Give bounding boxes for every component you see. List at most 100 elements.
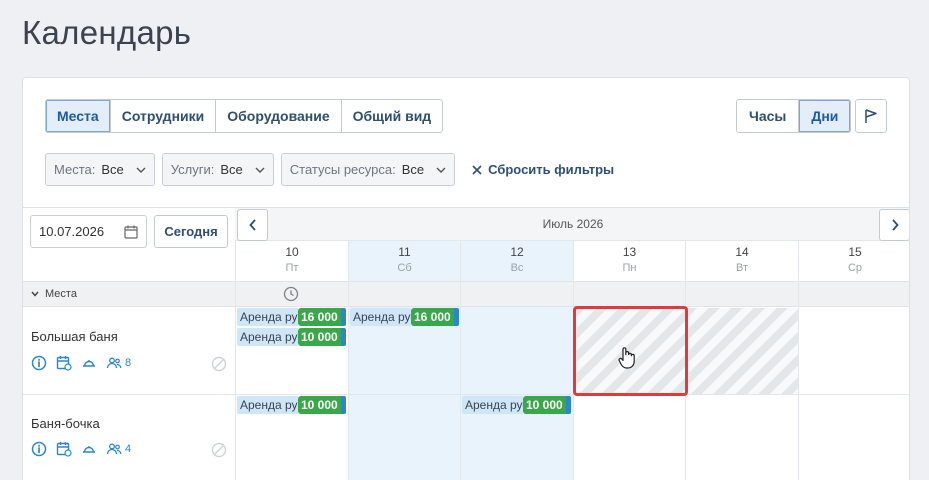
event-title: Аренда русской: [462, 396, 523, 414]
info-icon[interactable]: [31, 441, 47, 457]
event-status-marker: [453, 308, 459, 326]
group-label-text: Места: [45, 288, 77, 300]
tab-equipment[interactable]: Оборудование: [216, 100, 342, 132]
capacity-count: 8: [125, 357, 132, 369]
grid-line: [348, 241, 349, 480]
today-button[interactable]: Сегодня: [154, 215, 228, 248]
capacity-count: 4: [125, 443, 132, 455]
day-of-week: Пт: [285, 262, 299, 274]
flag-button[interactable]: [855, 99, 887, 133]
event-status-marker: [340, 308, 346, 326]
tab-places[interactable]: Места: [46, 100, 111, 132]
chevron-down-icon: [31, 291, 39, 297]
chevron-down-icon: [136, 167, 146, 173]
event-title: Аренда русской: [237, 328, 298, 346]
event-price: 10 000: [298, 328, 341, 346]
booking-event[interactable]: Аренда русской 16 000: [350, 308, 459, 326]
event-price: 16 000: [411, 308, 454, 326]
mode-switch: Часы Дни: [736, 99, 852, 133]
hours-button[interactable]: Часы: [737, 100, 798, 132]
resource-icons: 4: [31, 441, 131, 457]
chevron-down-icon: [436, 167, 446, 173]
flag-icon: [865, 109, 877, 123]
booking-event[interactable]: Аренда русской 10 000: [237, 328, 346, 346]
next-period-button[interactable]: [879, 209, 909, 241]
day-number: 14: [735, 245, 749, 259]
day-number: 11: [398, 245, 411, 259]
day-of-week: Пн: [622, 262, 637, 274]
grid-line: [798, 241, 799, 480]
day-number: 15: [848, 245, 862, 259]
reset-filters-button[interactable]: Сбросить фильтры: [472, 162, 614, 177]
block-icon[interactable]: [211, 442, 227, 458]
days-button[interactable]: Дни: [798, 100, 851, 132]
tab-overview[interactable]: Общий вид: [342, 100, 443, 132]
month-label: Июль 2026: [542, 217, 604, 231]
month-navigation: Июль 2026: [235, 207, 909, 241]
places-filter-label: Места:: [54, 162, 96, 177]
event-title: Аренда русской: [237, 396, 298, 414]
services-filter[interactable]: Услуги: Все: [161, 153, 274, 186]
schedule-icon[interactable]: [56, 441, 72, 457]
reset-filters-label: Сбросить фильтры: [488, 162, 615, 177]
info-icon[interactable]: [31, 355, 47, 371]
day-header-12: 12 Вс: [460, 241, 573, 281]
day-of-week: Вс: [510, 262, 524, 274]
date-controls: 10.07.2026 Сегодня: [23, 207, 235, 281]
event-price: 10 000: [523, 396, 566, 414]
page-title: Календарь: [22, 14, 192, 51]
event-title: Аренда русской: [350, 308, 411, 326]
day-number: 13: [622, 245, 637, 259]
date-input[interactable]: 10.07.2026: [30, 215, 147, 248]
services-filter-label: Услуги:: [170, 162, 215, 177]
calendar-grid: 10.07.2026 Сегодня Июль 2026 10 Пт 11 Сб…: [23, 207, 909, 480]
day-number: 10: [285, 245, 299, 259]
resource-name: Большая баня: [31, 329, 118, 344]
event-price: 16 000: [298, 308, 341, 326]
booking-event[interactable]: Аренда русской 10 000: [237, 396, 346, 414]
statuses-filter-label: Статусы ресурса:: [289, 162, 396, 177]
event-status-marker: [340, 328, 346, 346]
statuses-filter-value: Все: [401, 162, 425, 177]
calendar-card: Места Сотрудники Оборудование Общий вид …: [22, 77, 910, 480]
clock-icon: [283, 286, 299, 302]
places-filter-value: Все: [101, 162, 124, 177]
grid-line: [235, 241, 236, 480]
day-of-week: Вт: [735, 262, 748, 274]
chevron-right-icon: [891, 219, 899, 231]
statuses-filter[interactable]: Статусы ресурса: Все: [280, 153, 456, 186]
day-header-14: 14 Вт: [685, 241, 798, 281]
group-label: Места: [31, 288, 77, 300]
schedule-icon[interactable]: [56, 355, 72, 371]
day-number: 12: [510, 245, 524, 259]
day-header-11: 11 Сб: [348, 241, 460, 281]
service-icon[interactable]: [81, 441, 97, 457]
event-status-marker: [565, 396, 571, 414]
day-header-15: 15 Ср: [798, 241, 909, 281]
filters-bar: Места: Все Услуги: Все Статусы ресурса: …: [45, 153, 614, 186]
people-icon: [106, 443, 122, 455]
tab-employees[interactable]: Сотрудники: [111, 100, 217, 132]
event-title: Аренда русской: [237, 308, 298, 326]
group-row-places[interactable]: Места: [23, 281, 909, 307]
blocked-slot-14[interactable]: [686, 308, 798, 394]
calendar-icon: [124, 225, 138, 239]
day-header-13: 13 Пн: [573, 241, 685, 281]
block-icon[interactable]: [211, 356, 227, 372]
booking-event[interactable]: Аренда русской 10 000: [462, 396, 571, 414]
hand-cursor-icon: [618, 347, 635, 369]
places-filter[interactable]: Места: Все: [45, 153, 155, 186]
service-icon[interactable]: [81, 355, 97, 371]
people-icon: [106, 357, 122, 369]
event-status-marker: [340, 396, 346, 414]
booking-event[interactable]: Аренда русской 16 000: [237, 308, 346, 326]
date-input-value: 10.07.2026: [39, 224, 105, 239]
day-of-week: Сб: [397, 262, 412, 274]
view-tabs: Места Сотрудники Оборудование Общий вид: [45, 99, 444, 133]
day-header-10: 10 Пт: [235, 241, 348, 281]
close-icon: [472, 164, 482, 175]
resource-name: Баня-бочка: [31, 416, 100, 431]
resource-icons: 8: [31, 355, 131, 371]
chevron-down-icon: [255, 167, 265, 173]
event-price: 10 000: [298, 396, 341, 414]
